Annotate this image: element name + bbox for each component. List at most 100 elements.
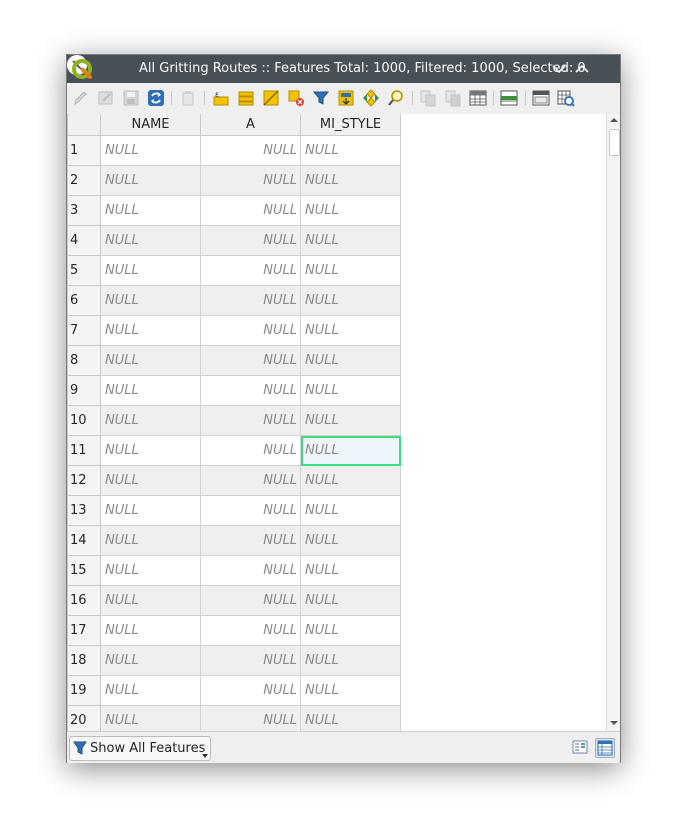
table-row[interactable]: 6 NULL NULL NULL xyxy=(67,285,401,316)
cell-a[interactable]: NULL xyxy=(200,615,301,646)
cell-name[interactable]: NULL xyxy=(100,345,201,376)
row-header[interactable]: 20 xyxy=(67,705,101,731)
cell-a[interactable]: NULL xyxy=(200,675,301,706)
cell-mi-style[interactable]: NULL xyxy=(300,675,401,706)
filter-select-icon[interactable] xyxy=(337,89,355,107)
paste-features-icon[interactable] xyxy=(469,89,487,107)
cell-name[interactable]: NULL xyxy=(100,165,201,196)
cell-name[interactable]: NULL xyxy=(100,225,201,256)
field-calculator-icon[interactable] xyxy=(557,89,575,107)
row-header[interactable]: 17 xyxy=(67,615,101,646)
cell-mi-style[interactable]: NULL xyxy=(300,555,401,586)
row-header[interactable]: 3 xyxy=(67,195,101,226)
feature-filter-button[interactable]: Show All Features xyxy=(69,736,211,761)
cell-name[interactable]: NULL xyxy=(100,675,201,706)
row-header[interactable]: 2 xyxy=(67,165,101,196)
cell-mi-style[interactable]: NULL xyxy=(300,225,401,256)
row-header[interactable]: 9 xyxy=(67,375,101,406)
cell-a[interactable]: NULL xyxy=(200,255,301,286)
select-by-expression-icon[interactable] xyxy=(237,89,255,107)
cell-a[interactable]: NULL xyxy=(200,705,301,731)
cell-a[interactable]: NULL xyxy=(200,465,301,496)
table-row[interactable]: 4 NULL NULL NULL xyxy=(67,225,401,256)
row-header[interactable]: 4 xyxy=(67,225,101,256)
copy-rows-icon[interactable] xyxy=(444,89,462,107)
table-row[interactable]: 10 NULL NULL NULL xyxy=(67,405,401,436)
cell-mi-style[interactable]: NULL xyxy=(300,255,401,286)
scroll-down-icon[interactable] xyxy=(609,719,619,727)
cell-mi-style[interactable]: NULL xyxy=(300,525,401,556)
select-all-icon[interactable] xyxy=(262,89,280,107)
cell-name[interactable]: NULL xyxy=(100,525,201,556)
add-feature-icon[interactable] xyxy=(179,89,197,107)
delete-selected-icon[interactable]: ε xyxy=(212,89,230,107)
cell-name[interactable]: NULL xyxy=(100,435,201,466)
cell-a[interactable]: NULL xyxy=(200,495,301,526)
row-header[interactable]: 19 xyxy=(67,675,101,706)
invert-selection-icon[interactable] xyxy=(287,89,305,107)
cell-a[interactable]: NULL xyxy=(200,165,301,196)
row-header[interactable]: 16 xyxy=(67,585,101,616)
row-header[interactable]: 5 xyxy=(67,255,101,286)
table-row[interactable]: 7 NULL NULL NULL xyxy=(67,315,401,346)
attribute-table[interactable]: NAME A MI_STYLE 1 NULL NULL NULL 2 NULL NULL NU… xyxy=(67,114,620,731)
chevron-up-icon[interactable] xyxy=(573,60,591,78)
cell-name[interactable]: NULL xyxy=(100,135,201,166)
cell-mi-style[interactable]: NULL xyxy=(300,495,401,526)
cell-name[interactable]: NULL xyxy=(100,405,201,436)
cell-mi-style[interactable]: NULL xyxy=(300,615,401,646)
row-header[interactable]: 8 xyxy=(67,345,101,376)
table-row[interactable]: 20 NULL NULL NULL xyxy=(67,705,401,731)
cell-mi-style[interactable]: NULL xyxy=(300,465,401,496)
row-header[interactable]: 14 xyxy=(67,525,101,556)
save-edits-icon[interactable] xyxy=(122,89,140,107)
pan-to-selected-icon[interactable] xyxy=(387,89,405,107)
cell-name[interactable]: NULL xyxy=(100,585,201,616)
vertical-scrollbar[interactable] xyxy=(606,114,620,731)
cell-mi-style[interactable]: NULL xyxy=(300,285,401,316)
cell-name[interactable]: NULL xyxy=(100,375,201,406)
corner-header[interactable] xyxy=(67,114,101,136)
cell-mi-style[interactable]: NULL xyxy=(300,585,401,616)
table-view-icon[interactable] xyxy=(595,738,615,758)
row-header[interactable]: 18 xyxy=(67,645,101,676)
table-row[interactable]: 14 NULL NULL NULL xyxy=(67,525,401,556)
cell-name[interactable]: NULL xyxy=(100,285,201,316)
table-row[interactable]: 17 NULL NULL NULL xyxy=(67,615,401,646)
form-view-icon[interactable] xyxy=(571,738,589,756)
table-row[interactable]: 8 NULL NULL NULL xyxy=(67,345,401,376)
cell-a[interactable]: NULL xyxy=(200,135,301,166)
cell-name[interactable]: NULL xyxy=(100,255,201,286)
cell-mi-style[interactable]: NULL xyxy=(300,705,401,731)
cell-mi-style[interactable]: NULL xyxy=(300,135,401,166)
table-row[interactable]: 15 NULL NULL NULL xyxy=(67,555,401,586)
cell-name[interactable]: NULL xyxy=(100,495,201,526)
cell-a[interactable]: NULL xyxy=(200,315,301,346)
row-header[interactable]: 13 xyxy=(67,495,101,526)
table-row[interactable]: 12 NULL NULL NULL xyxy=(67,465,401,496)
cell-name[interactable]: NULL xyxy=(100,315,201,346)
row-header[interactable]: 12 xyxy=(67,465,101,496)
table-row[interactable]: 16 NULL NULL NULL xyxy=(67,585,401,616)
row-header[interactable]: 1 xyxy=(67,135,101,166)
cell-mi-style[interactable]: NULL xyxy=(300,435,401,466)
cell-name[interactable]: NULL xyxy=(100,615,201,646)
row-header[interactable]: 6 xyxy=(67,285,101,316)
cell-mi-style[interactable]: NULL xyxy=(300,645,401,676)
cell-mi-style[interactable]: NULL xyxy=(300,165,401,196)
cell-name[interactable]: NULL xyxy=(100,555,201,586)
move-selection-top-icon[interactable] xyxy=(362,89,380,107)
cell-name[interactable]: NULL xyxy=(100,705,201,731)
cell-mi-style[interactable]: NULL xyxy=(300,315,401,346)
scrollbar-thumb[interactable] xyxy=(609,129,620,156)
column-header-mi-style[interactable]: MI_STYLE xyxy=(300,114,401,136)
scroll-up-icon[interactable] xyxy=(609,116,619,124)
toggle-multi-edit-icon[interactable] xyxy=(97,89,115,107)
deselect-all-icon[interactable] xyxy=(312,89,330,107)
cell-a[interactable]: NULL xyxy=(200,645,301,676)
toggle-editing-icon[interactable] xyxy=(71,89,89,107)
cell-name[interactable]: NULL xyxy=(100,465,201,496)
column-header-name[interactable]: NAME xyxy=(100,114,201,136)
cell-a[interactable]: NULL xyxy=(200,375,301,406)
column-header-a[interactable]: A xyxy=(200,114,301,136)
